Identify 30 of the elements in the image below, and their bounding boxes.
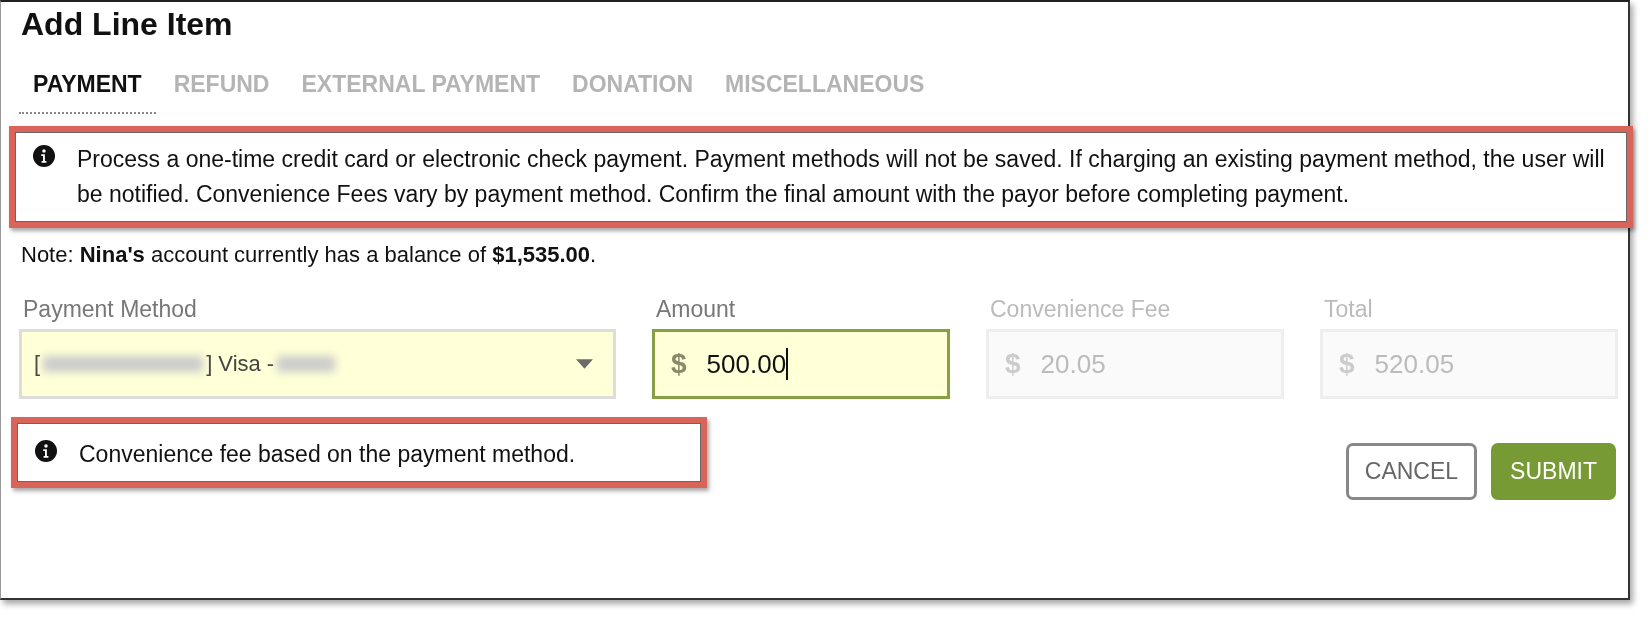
info-icon xyxy=(33,145,55,167)
tab[interactable]: DONATION xyxy=(558,67,707,114)
field-value: 500.00 xyxy=(706,348,787,380)
redacted-text xyxy=(277,356,336,372)
tab[interactable]: REFUND xyxy=(159,67,284,114)
tab[interactable]: EXTERNAL PAYMENT xyxy=(287,67,555,114)
dropdown-value: [ xyxy=(34,351,41,377)
field-label: Total xyxy=(1324,296,1374,323)
caret-icon xyxy=(576,359,593,369)
field-value: 520.05 xyxy=(1374,348,1455,380)
currency-symbol: $ xyxy=(1005,348,1021,380)
currency-symbol: $ xyxy=(1339,348,1355,380)
submit-button[interactable]: SUBMIT xyxy=(1491,443,1616,500)
field-label: Amount xyxy=(656,296,737,323)
field-label: Payment Method xyxy=(23,296,198,323)
amount-field[interactable]: $ 500.00 xyxy=(652,329,950,399)
text-cursor xyxy=(786,348,789,380)
field-label: Convenience Fee xyxy=(990,296,1172,323)
field-value: 20.05 xyxy=(1040,348,1106,380)
tab[interactable]: PAYMENT xyxy=(19,67,156,114)
cancel-button[interactable]: CANCEL xyxy=(1345,443,1478,500)
dropdown-value: ] Visa - xyxy=(206,351,275,377)
notice-text: Convenience fee based on the payment method. xyxy=(79,440,576,469)
balance-note: Note: Nina's account currently has a balance of $1,535.00. xyxy=(21,242,598,268)
payment-method-dropdown[interactable]: [ ] Visa - xyxy=(19,329,616,399)
currency-symbol: $ xyxy=(671,348,687,380)
dialog-title: Add Line Item xyxy=(21,6,234,43)
tab[interactable]: MISCELLANEOUS xyxy=(711,67,939,114)
info-icon xyxy=(35,440,57,462)
notice-text: Process a one-time credit card or electronic check payment. Payment methods will not be saved. If charging an existing payment method, the user will be notified. Convenience Fees vary by payment method. Confirm the final amount with the payor before completing payment. xyxy=(77,145,1606,209)
